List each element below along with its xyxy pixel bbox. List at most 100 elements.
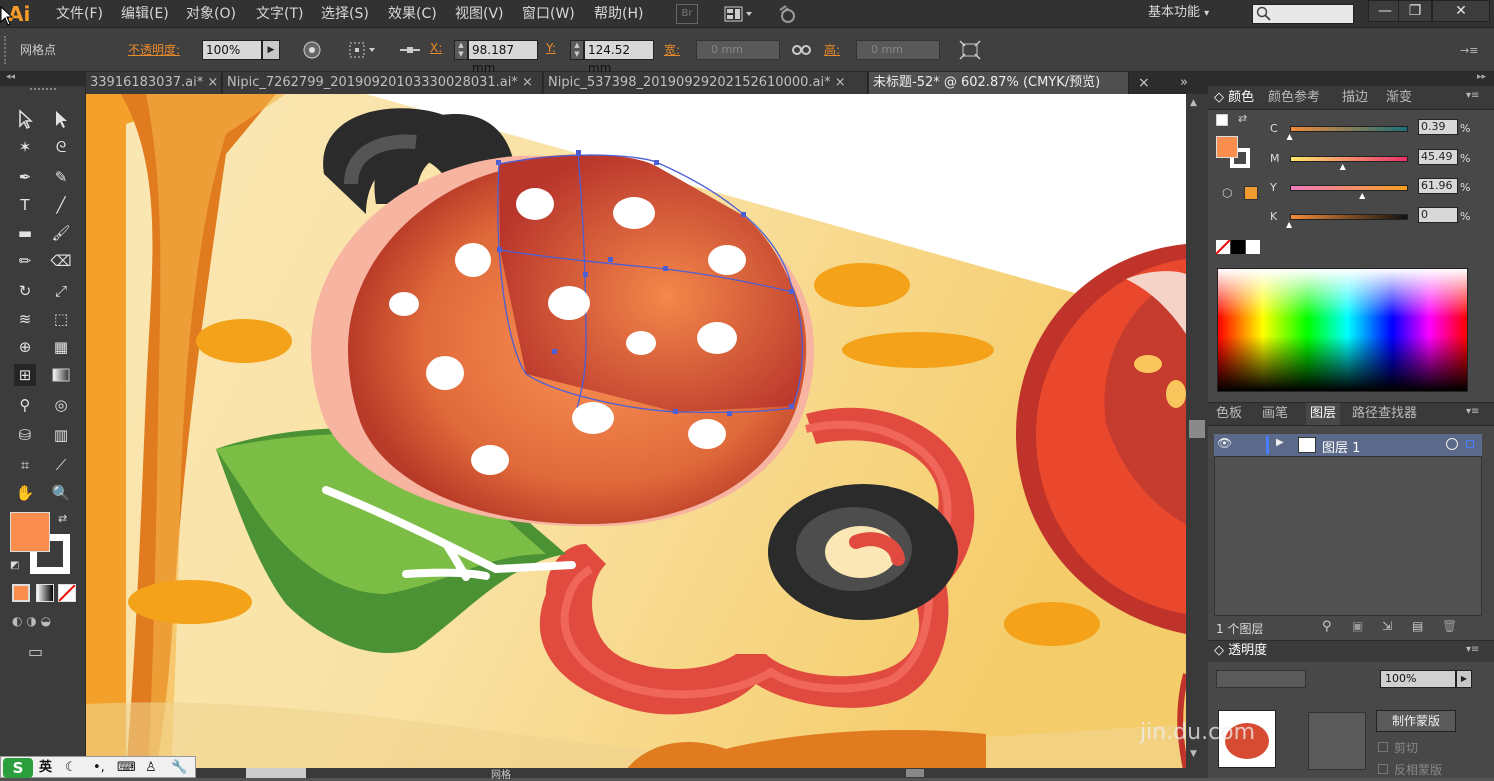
clipping-mask-icon[interactable]: ▣ xyxy=(1352,619,1363,633)
horizontal-scroll-thumb[interactable] xyxy=(906,769,924,777)
workspace-switcher[interactable]: 基本功能 ▾ xyxy=(1148,0,1209,28)
width-input[interactable]: 0 mm xyxy=(696,40,780,60)
perspective-grid-tool-icon[interactable]: ▦ xyxy=(50,336,72,358)
close-button[interactable]: ✕ xyxy=(1432,0,1490,22)
align-reference-button[interactable] xyxy=(346,40,378,60)
rectangle-tool-icon[interactable]: ▬ xyxy=(14,222,36,244)
blend-mode-select[interactable] xyxy=(1216,670,1306,688)
tab-transparency[interactable]: ◇ 透明度 xyxy=(1214,640,1267,662)
swap-colors-icon[interactable]: ⇄ xyxy=(58,512,72,526)
gradient-tool-icon[interactable] xyxy=(50,364,72,386)
arrange-documents-button[interactable] xyxy=(724,5,754,23)
sync-settings-button[interactable] xyxy=(776,4,798,24)
out-of-gamut-icon[interactable]: ⬡ xyxy=(1222,186,1232,200)
tab-document-active[interactable]: 未标题-52* @ 602.87% (CMYK/预览) xyxy=(869,72,1129,94)
black-slider-thumb[interactable]: ▲ xyxy=(1286,220,1294,229)
curvature-tool-icon[interactable]: ✎ xyxy=(50,166,72,188)
menu-object[interactable]: 对象(O) xyxy=(186,0,236,28)
tab-pathfinder[interactable]: 路径查找器 xyxy=(1352,403,1417,425)
mesh-tool-icon[interactable]: ⊞ xyxy=(14,364,36,386)
yellow-input[interactable]: 61.96 xyxy=(1418,178,1458,194)
tab-document-3[interactable]: Nipic_537398_20190929202152610000.ai* × xyxy=(544,72,868,94)
width-tool-icon[interactable]: ≋ xyxy=(14,308,36,330)
artboard-tool-icon[interactable]: ⌗ xyxy=(14,454,36,476)
bridge-button[interactable]: Br xyxy=(676,4,698,24)
blend-tool-icon[interactable]: ◎ xyxy=(50,394,72,416)
none-swatch[interactable] xyxy=(1215,239,1231,255)
white-swatch[interactable] xyxy=(1246,240,1260,254)
make-mask-button[interactable]: 制作蒙版 xyxy=(1376,710,1456,732)
layer-selection-indicator[interactable] xyxy=(1466,440,1474,448)
symbol-sprayer-tool-icon[interactable]: ⛁ xyxy=(14,424,36,446)
scale-tool-icon[interactable]: ⤢ xyxy=(50,280,72,302)
transform-button[interactable] xyxy=(958,40,982,60)
lasso-tool-icon[interactable]: ᘓ xyxy=(50,136,72,158)
x-stepper[interactable]: ▲ ▼ xyxy=(454,40,468,60)
sogou-logo-icon[interactable]: S xyxy=(3,758,33,778)
screen-mode-icon[interactable]: ▭ xyxy=(28,642,56,664)
color-mode-button[interactable] xyxy=(12,584,30,602)
column-graph-tool-icon[interactable]: ▥ xyxy=(50,424,72,446)
x-label[interactable]: X: xyxy=(430,41,442,55)
shape-builder-tool-icon[interactable]: ⊕ xyxy=(14,336,36,358)
help-search-input[interactable] xyxy=(1252,4,1354,24)
new-layer-icon[interactable]: ▤ xyxy=(1412,619,1423,633)
invert-mask-checkbox[interactable] xyxy=(1378,764,1388,774)
scroll-down-icon[interactable]: ▼ xyxy=(1190,749,1197,759)
tab-close-icon[interactable]: × xyxy=(1138,72,1158,94)
gamut-swatch[interactable] xyxy=(1244,186,1258,200)
menu-help[interactable]: 帮助(H) xyxy=(594,0,643,28)
menu-select[interactable]: 选择(S) xyxy=(321,0,369,28)
none-mode-button[interactable] xyxy=(58,584,76,602)
menu-type[interactable]: 文字(T) xyxy=(256,0,303,28)
selection-tool-icon[interactable] xyxy=(14,108,36,130)
y-input[interactable]: 124.52 mm xyxy=(584,40,654,75)
y-stepper[interactable]: ▲ ▼ xyxy=(570,40,584,60)
delete-layer-icon[interactable]: 🗑 xyxy=(1442,619,1457,633)
artboard-canvas[interactable] xyxy=(86,94,1186,770)
tab-stroke[interactable]: 描边 xyxy=(1342,87,1368,109)
artboard-navigator[interactable] xyxy=(246,768,306,778)
direct-selection-tool-icon[interactable] xyxy=(50,108,72,130)
opacity-dropdown-arrow[interactable]: ▶ xyxy=(262,40,280,60)
type-tool-icon[interactable]: T xyxy=(14,194,36,216)
black-input[interactable]: 0 xyxy=(1418,207,1458,223)
transparency-opacity-input[interactable]: 100% xyxy=(1380,670,1456,688)
new-sublayer-icon[interactable]: ⇲ xyxy=(1382,619,1392,633)
constrain-proportions-button[interactable] xyxy=(790,40,814,60)
tab-layers[interactable]: 图层 xyxy=(1306,403,1341,425)
fill-swatch-front[interactable] xyxy=(10,512,50,552)
anchor-convert-button[interactable] xyxy=(398,40,422,60)
opacity-input[interactable]: 100% xyxy=(202,40,262,60)
punct-icon[interactable]: •, xyxy=(93,757,105,779)
magenta-slider-thumb[interactable]: ▲ xyxy=(1340,162,1348,171)
transparency-opacity-arrow[interactable]: ▶ xyxy=(1456,670,1472,688)
eraser-tool-icon[interactable]: ⌫ xyxy=(50,250,72,272)
tab-color-guide[interactable]: 颜色参考 xyxy=(1268,87,1320,109)
cyan-input[interactable]: 0.39 xyxy=(1418,119,1458,135)
menu-view[interactable]: 视图(V) xyxy=(455,0,504,28)
vertical-scroll-thumb[interactable] xyxy=(1189,420,1205,438)
locate-object-icon[interactable]: ⚲ xyxy=(1322,619,1332,634)
minimize-button[interactable]: — xyxy=(1368,0,1402,22)
opacity-label[interactable]: 不透明度: xyxy=(128,41,180,58)
gradient-mode-button[interactable] xyxy=(36,584,54,602)
moon-icon[interactable]: ☾ xyxy=(65,757,77,779)
tab-document-1[interactable]: 33916183037.ai* × xyxy=(86,72,222,94)
x-input[interactable]: 98.187 mm xyxy=(468,40,538,75)
skin-icon[interactable]: ♙ xyxy=(145,757,157,779)
layer-name[interactable]: 图层 1 xyxy=(1322,437,1360,456)
control-bar-grip[interactable] xyxy=(4,36,8,64)
eyedropper-tool-icon[interactable]: ⚲ xyxy=(14,394,36,416)
y-label[interactable]: Y: xyxy=(546,41,556,55)
yellow-slider[interactable] xyxy=(1290,185,1408,191)
hand-tool-icon[interactable]: ✋ xyxy=(14,482,36,504)
tab-gradient[interactable]: 渐变 xyxy=(1386,87,1412,109)
black-slider[interactable] xyxy=(1290,214,1408,220)
layers-panel-menu-icon[interactable]: ▾≡ xyxy=(1466,406,1479,417)
collapse-toolbox-icon[interactable]: ◂◂ xyxy=(0,72,86,86)
transparency-menu-icon[interactable]: ▾≡ xyxy=(1466,644,1479,655)
menu-edit[interactable]: 编辑(E) xyxy=(121,0,169,28)
height-input[interactable]: 0 mm xyxy=(856,40,940,60)
rotate-tool-icon[interactable]: ↻ xyxy=(14,280,36,302)
